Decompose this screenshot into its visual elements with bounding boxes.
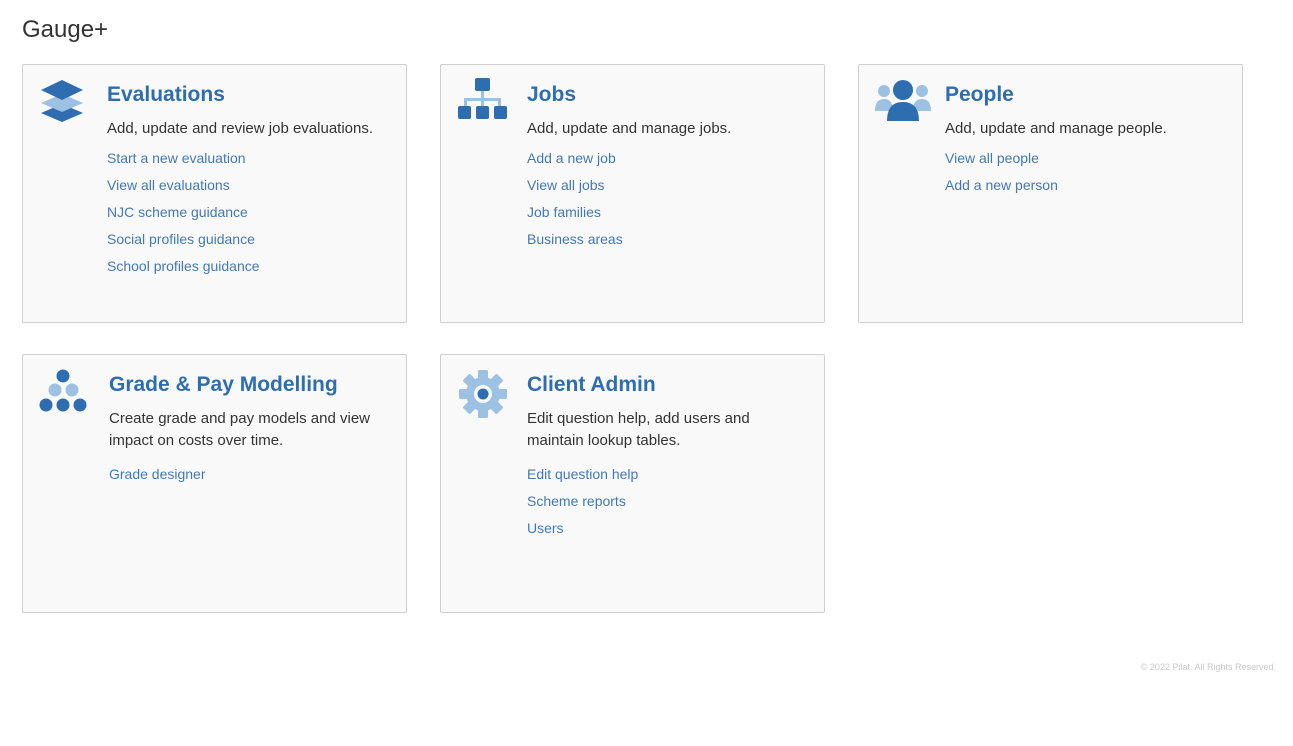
card-title-people: People — [945, 83, 1014, 106]
school-profiles-guidance-link[interactable]: School profiles guidance — [107, 258, 260, 274]
card-description-grade-pay: Create grade and pay models and view imp… — [109, 410, 370, 449]
link-list-people: View all people Add a new person — [945, 149, 1226, 203]
job-families-link[interactable]: Job families — [527, 204, 601, 220]
layers-icon — [38, 77, 90, 125]
grade-designer-link[interactable]: Grade designer — [109, 466, 206, 482]
link-list-client-admin: Edit question help Scheme reports Users — [527, 465, 808, 546]
business-areas-link[interactable]: Business areas — [527, 231, 623, 247]
add-new-person-link[interactable]: Add a new person — [945, 177, 1058, 193]
card-description-people: Add, update and manage people. — [945, 120, 1167, 137]
card-people: People Add, update and manage people. Vi… — [858, 64, 1243, 323]
card-description-client-admin: Edit question help, add users and mainta… — [527, 410, 750, 449]
edit-question-help-link[interactable]: Edit question help — [527, 466, 638, 482]
card-grade-pay-modelling: Grade & Pay Modelling Create grade and p… — [22, 354, 407, 613]
footer-copyright: © 2022 Pilat. All Rights Reserved. — [1140, 662, 1276, 672]
link-list-evaluations: Start a new evaluation View all evaluati… — [107, 149, 390, 284]
app-title: Gauge+ — [22, 16, 109, 43]
view-all-jobs-link[interactable]: View all jobs — [527, 177, 605, 193]
people-icon — [874, 77, 931, 125]
card-title-grade-pay: Grade & Pay Modelling — [109, 373, 338, 396]
view-all-evaluations-link[interactable]: View all evaluations — [107, 177, 230, 193]
add-new-job-link[interactable]: Add a new job — [527, 150, 616, 166]
gear-icon — [458, 369, 510, 418]
card-title-evaluations: Evaluations — [107, 83, 225, 106]
card-title-jobs: Jobs — [527, 83, 577, 106]
card-client-admin: Client Admin Edit question help, add use… — [440, 354, 825, 613]
users-link[interactable]: Users — [527, 520, 564, 536]
njc-scheme-guidance-link[interactable]: NJC scheme guidance — [107, 204, 248, 220]
pyramid-dots-icon — [38, 368, 90, 416]
view-all-people-link[interactable]: View all people — [945, 150, 1039, 166]
link-list-grade-pay: Grade designer — [109, 465, 390, 492]
card-description-evaluations: Add, update and review job evaluations. — [107, 120, 374, 137]
card-title-client-admin: Client Admin — [527, 373, 656, 396]
social-profiles-guidance-link[interactable]: Social profiles guidance — [107, 231, 255, 247]
card-jobs: Jobs Add, update and manage jobs. Add a … — [440, 64, 825, 323]
start-new-evaluation-link[interactable]: Start a new evaluation — [107, 150, 246, 166]
org-chart-icon — [456, 77, 508, 125]
scheme-reports-link[interactable]: Scheme reports — [527, 493, 626, 509]
card-description-jobs: Add, update and manage jobs. — [527, 120, 732, 137]
link-list-jobs: Add a new job View all jobs Job families… — [527, 149, 808, 257]
card-evaluations: Evaluations Add, update and review job e… — [22, 64, 407, 323]
